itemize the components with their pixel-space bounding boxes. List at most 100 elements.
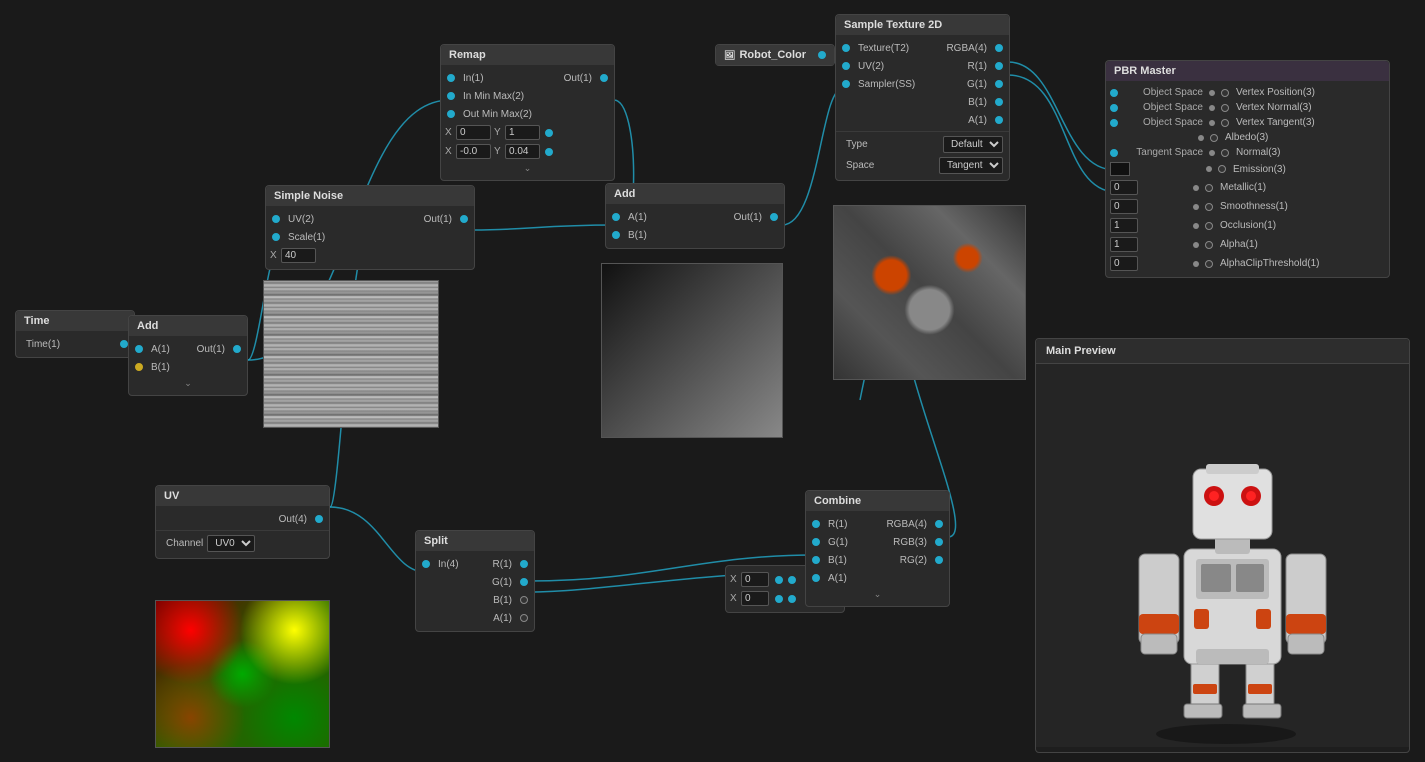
remap-x2-label: X (445, 146, 453, 157)
xy-combine-x1-port-r[interactable] (788, 576, 796, 584)
pbr-metallic-port[interactable] (1205, 184, 1213, 192)
pbr-vertex-pos-port-r[interactable] (1221, 89, 1229, 97)
remap-xy1-port[interactable] (545, 129, 553, 137)
st-b-port[interactable] (995, 98, 1003, 106)
st-sampler-port[interactable] (842, 80, 850, 88)
robot-color-out-port[interactable] (818, 51, 826, 59)
remap-in-port[interactable] (447, 74, 455, 82)
pbr-vertex-tangent-port-l[interactable] (1110, 119, 1118, 127)
pbr-alpha-dot (1193, 242, 1199, 248)
pbr-emission-port[interactable] (1218, 165, 1226, 173)
split-b-port[interactable] (520, 596, 528, 604)
simple-noise-title: Simple Noise (266, 186, 474, 206)
pbr-normal-dot (1209, 150, 1215, 156)
simple-noise-scale-port[interactable] (272, 233, 280, 241)
st-rgba-label: RGBA(4) (946, 43, 987, 54)
split-r-port[interactable] (520, 560, 528, 568)
combine-g-port[interactable] (812, 538, 820, 546)
xy-combine-x2-port[interactable] (775, 595, 783, 603)
combine-r-row: R(1) RGBA(4) (806, 515, 949, 533)
pbr-occlusion-row: Occlusion(1) (1106, 216, 1389, 235)
uv-channel-select[interactable]: UV0 (207, 535, 255, 552)
xy-combine-x1-port[interactable] (775, 576, 783, 584)
xy-combine-x2-input[interactable] (741, 591, 769, 606)
uv-out-port[interactable] (315, 515, 323, 523)
pbr-alpha-row: Alpha(1) (1106, 235, 1389, 254)
simple-noise-out-port[interactable] (460, 215, 468, 223)
combine-b-port[interactable] (812, 556, 820, 564)
add-left-b-row: B(1) (129, 358, 247, 376)
pbr-vertex-tangent-port-r[interactable] (1221, 119, 1229, 127)
simple-noise-preview (263, 280, 439, 428)
remap-y2-input[interactable] (505, 144, 540, 159)
split-in-row: In(4) R(1) (416, 555, 534, 573)
add-right-a-port[interactable] (612, 213, 620, 221)
remap-x1-label: X (445, 127, 453, 138)
add-left-a-port[interactable] (135, 345, 143, 353)
pbr-albedo-port[interactable] (1210, 134, 1218, 142)
uv-preview-image (156, 601, 329, 747)
st-type-select[interactable]: Default (943, 136, 1003, 153)
remap-y1-input[interactable] (505, 125, 540, 140)
st-sampler-row: Sampler(SS) G(1) (836, 75, 1009, 93)
pbr-smoothness-input[interactable] (1110, 199, 1138, 214)
st-uv-port[interactable] (842, 62, 850, 70)
add-left-out-port[interactable] (233, 345, 241, 353)
add-right-b-port[interactable] (612, 231, 620, 239)
st-space-select[interactable]: Tangent (939, 157, 1003, 174)
simple-noise-scale-label: Scale(1) (288, 232, 325, 243)
remap-xy1-row: X Y (441, 123, 614, 142)
pbr-normal-port-r[interactable] (1221, 149, 1229, 157)
add-right-out-port[interactable] (770, 213, 778, 221)
pbr-occlusion-input[interactable] (1110, 218, 1138, 233)
combine-rgba-port[interactable] (935, 520, 943, 528)
combine-a-port[interactable] (812, 574, 820, 582)
pbr-normal-label-l: Tangent Space (1121, 147, 1203, 158)
remap-inminmax-port[interactable] (447, 92, 455, 100)
pbr-metallic-input[interactable] (1110, 180, 1138, 195)
st-a-port[interactable] (995, 116, 1003, 124)
combine-rgb-port[interactable] (935, 538, 943, 546)
pbr-alpha-port[interactable] (1205, 241, 1213, 249)
pbr-smoothness-port[interactable] (1205, 203, 1213, 211)
remap-outminmax-port[interactable] (447, 110, 455, 118)
pbr-vertex-normal-port-l[interactable] (1110, 104, 1118, 112)
xy-combine-x1-input[interactable] (741, 572, 769, 587)
remap-title: Remap (441, 45, 614, 65)
remap-x2-input[interactable] (456, 144, 491, 159)
remap-xy2-port[interactable] (545, 148, 553, 156)
simple-noise-x-label: X (270, 250, 278, 261)
st-texture-port[interactable] (842, 44, 850, 52)
remap-chevron[interactable]: ⌄ (441, 161, 614, 176)
add-left-b-port[interactable] (135, 363, 143, 371)
pbr-normal-port-l[interactable] (1110, 149, 1118, 157)
st-g-port[interactable] (995, 80, 1003, 88)
remap-x1-input[interactable] (456, 125, 491, 140)
split-g-port[interactable] (520, 578, 528, 586)
remap-out-port[interactable] (600, 74, 608, 82)
combine-chevron[interactable]: ⌄ (806, 587, 949, 602)
st-rgba-port[interactable] (995, 44, 1003, 52)
time-output-row: Time(1) (16, 335, 134, 353)
combine-rg-port[interactable] (935, 556, 943, 564)
st-r-port[interactable] (995, 62, 1003, 70)
pbr-vertex-normal-port-r[interactable] (1221, 104, 1229, 112)
simple-noise-uv-port[interactable] (272, 215, 280, 223)
pbr-alphaclip-port[interactable] (1205, 260, 1213, 268)
robot-preview-area (1036, 364, 1409, 747)
pbr-alphaclip-input[interactable] (1110, 256, 1138, 271)
pbr-master-title: PBR Master (1106, 61, 1389, 81)
combine-r-port[interactable] (812, 520, 820, 528)
simple-noise-x-input[interactable] (281, 248, 316, 263)
pbr-vertex-pos-port-l[interactable] (1110, 89, 1118, 97)
pbr-occlusion-port[interactable] (1205, 222, 1213, 230)
split-a-port[interactable] (520, 614, 528, 622)
combine-b-row: B(1) RG(2) (806, 551, 949, 569)
add-left-chevron[interactable]: ⌄ (129, 376, 247, 391)
xy-combine-x2-port-r[interactable] (788, 595, 796, 603)
time-output-port[interactable] (120, 340, 128, 348)
pbr-vertex-pos-row: Object Space Vertex Position(3) (1106, 85, 1389, 100)
time-output-label: Time(1) (26, 339, 60, 350)
pbr-alpha-input[interactable] (1110, 237, 1138, 252)
split-in-port[interactable] (422, 560, 430, 568)
